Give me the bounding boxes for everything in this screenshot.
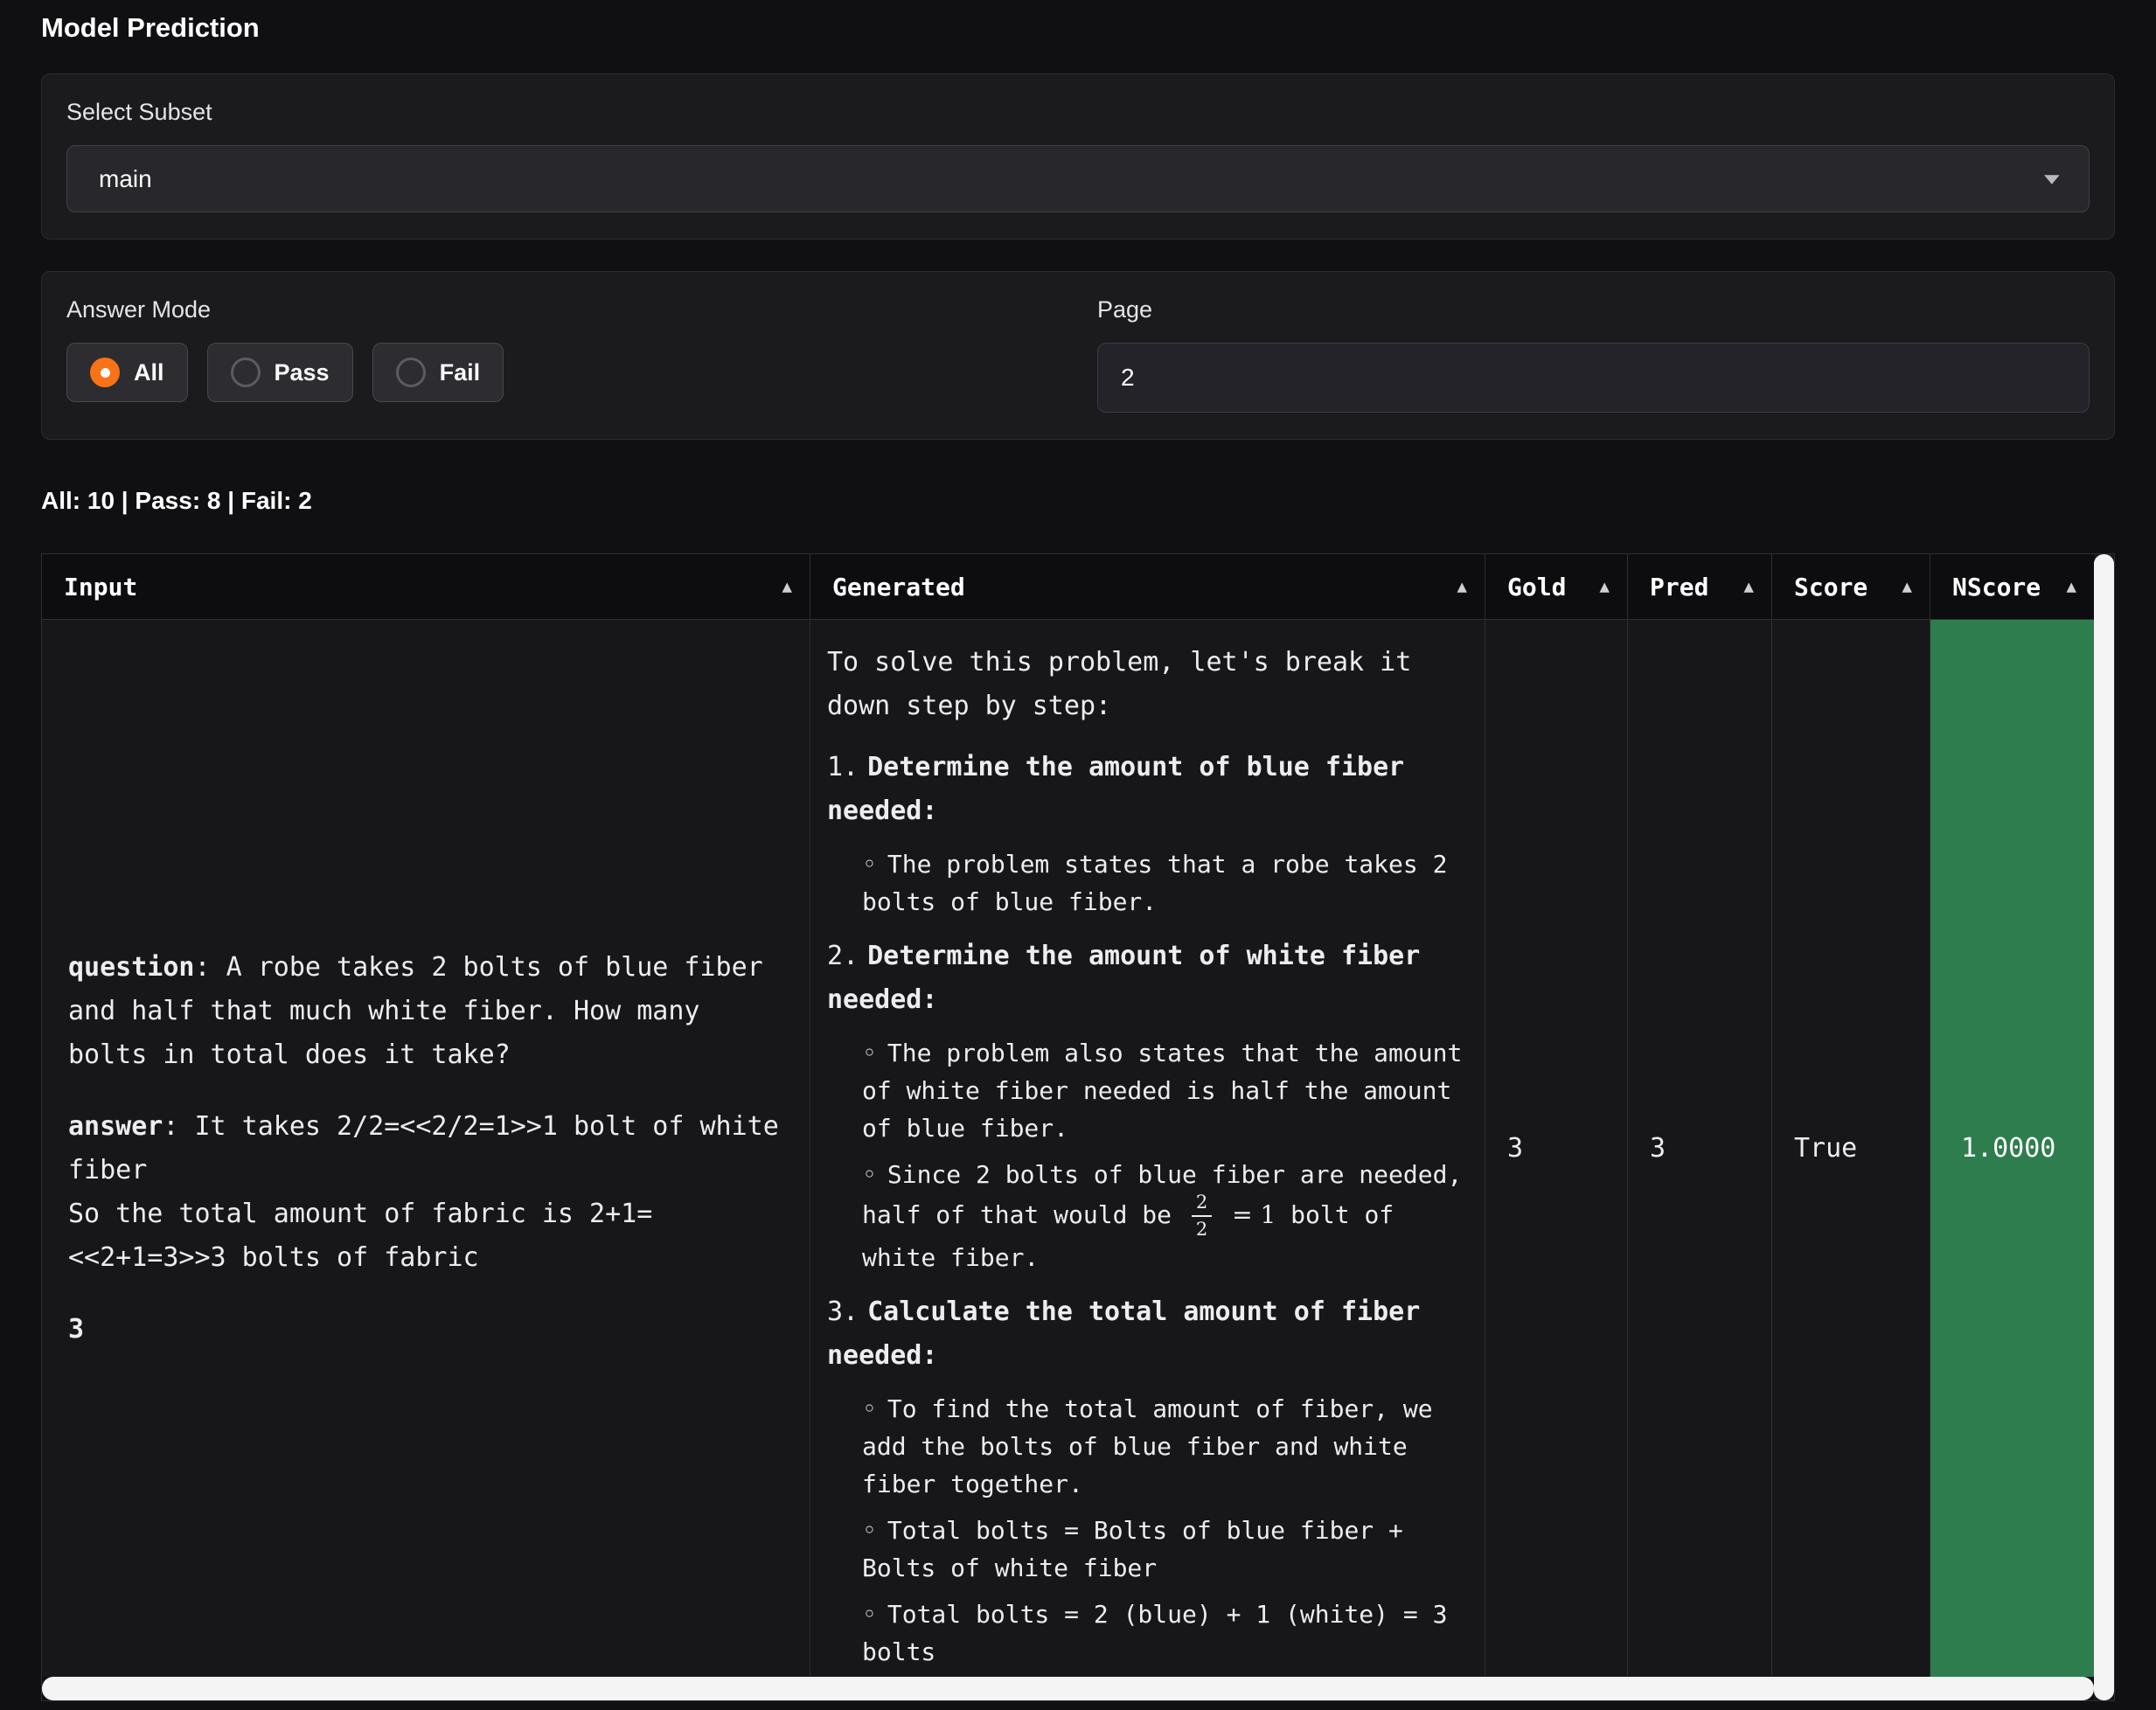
radio-selected-icon bbox=[90, 358, 120, 387]
radio-unselected-icon bbox=[396, 358, 426, 387]
column-header-nscore[interactable]: NScore ▲ bbox=[1930, 554, 2094, 620]
stats-line: All: 10 | Pass: 8 | Fail: 2 bbox=[41, 487, 2115, 515]
step-number: 2. bbox=[827, 941, 859, 971]
cell-nscore: 1.0000 bbox=[1930, 620, 2094, 1677]
input-question: question: A robe takes 2 bolts of blue f… bbox=[68, 946, 784, 1077]
fraction-denominator: 2 bbox=[1196, 1217, 1207, 1239]
sort-asc-icon: ▲ bbox=[782, 577, 792, 596]
generated-bullet: ◦The problem states that a robe takes 2 … bbox=[862, 845, 1467, 921]
horizontal-scrollbar-track bbox=[42, 1677, 2094, 1700]
subset-panel: Select Subset main ▼ bbox=[41, 73, 2115, 240]
column-label: Pred bbox=[1650, 573, 1708, 601]
column-label: Input bbox=[64, 573, 137, 601]
fraction-numerator: 2 bbox=[1192, 1193, 1212, 1217]
sort-asc-icon: ▲ bbox=[1902, 577, 1912, 596]
gold-value: 3 bbox=[1507, 1133, 1523, 1164]
cell-generated: To solve this problem, let's break it do… bbox=[810, 620, 1485, 1677]
pred-value: 3 bbox=[1650, 1133, 1666, 1164]
input-final-answer: 3 bbox=[68, 1308, 784, 1352]
bullet-text: To find the total amount of fiber, we ad… bbox=[862, 1394, 1433, 1498]
column-header-gold[interactable]: Gold ▲ bbox=[1485, 554, 1628, 620]
answer-text: : It takes 2/2=<<2/2=1>>1 bolt of white … bbox=[68, 1111, 779, 1185]
step-number: 1. bbox=[827, 752, 859, 782]
answer-mode-radio-group: All Pass Fail bbox=[66, 343, 1059, 402]
fraction: 22 bbox=[1192, 1193, 1212, 1239]
generated-bullet: ◦The problem also states that the amount… bbox=[862, 1034, 1467, 1147]
radio-pass[interactable]: Pass bbox=[207, 343, 353, 402]
answer-mode-group: Answer Mode All Pass Fail bbox=[66, 296, 1059, 413]
column-label: Score bbox=[1794, 573, 1867, 601]
radio-unselected-icon bbox=[231, 358, 261, 387]
generated-intro: To solve this problem, let's break it do… bbox=[827, 641, 1467, 728]
column-header-score[interactable]: Score ▲ bbox=[1772, 554, 1930, 620]
bullet-text: The problem also states that the amount … bbox=[862, 1039, 1462, 1143]
answer-mode-label: Answer Mode bbox=[66, 296, 1059, 323]
generated-step-1: 1.Determine the amount of blue fiber nee… bbox=[827, 746, 1467, 921]
fraction-equals: = 1 bbox=[1232, 1200, 1276, 1229]
bullet-icon: ◦ bbox=[862, 850, 877, 879]
bullet-text: Total bolts = Bolts of blue fiber + Bolt… bbox=[862, 1516, 1403, 1582]
nscore-value: 1.0000 bbox=[1961, 1133, 2055, 1164]
sort-asc-icon: ▲ bbox=[1744, 577, 1754, 596]
column-header-generated[interactable]: Generated ▲ bbox=[810, 554, 1485, 620]
subset-dropdown-value: main bbox=[99, 165, 152, 193]
bullet-text: The problem states that a robe takes 2 b… bbox=[862, 850, 1447, 916]
cell-gold: 3 bbox=[1485, 620, 1628, 1677]
question-label: question bbox=[68, 952, 195, 983]
bullet-icon: ◦ bbox=[862, 1516, 877, 1545]
score-value: True bbox=[1794, 1133, 1857, 1164]
answer-text-line2: So the total amount of fabric is 2+1= bbox=[68, 1192, 784, 1236]
radio-all-label: All bbox=[134, 359, 164, 386]
input-answer: answer: It takes 2/2=<<2/2=1>>1 bolt of … bbox=[68, 1105, 784, 1280]
step-number: 3. bbox=[827, 1296, 859, 1327]
generated-bullet: ◦Total bolts = Bolts of blue fiber + Bol… bbox=[862, 1512, 1467, 1587]
generated-bullet-math: ◦Since 2 bolts of blue fiber are needed,… bbox=[862, 1156, 1467, 1276]
cell-score: True bbox=[1772, 620, 1930, 1677]
step-title: Determine the amount of blue fiber neede… bbox=[827, 752, 1404, 826]
page: Model Prediction Select Subset main ▼ An… bbox=[0, 0, 2156, 1710]
bullet-icon: ◦ bbox=[862, 1394, 877, 1423]
vertical-scrollbar[interactable] bbox=[2094, 554, 2114, 1700]
controls-panel: Answer Mode All Pass Fail Page bbox=[41, 271, 2115, 440]
page-group: Page bbox=[1097, 296, 2090, 413]
bullet-icon: ◦ bbox=[862, 1600, 877, 1629]
column-label: Generated bbox=[832, 573, 965, 601]
step-title: Calculate the total amount of fiber need… bbox=[827, 1296, 1420, 1371]
page-label: Page bbox=[1097, 296, 2090, 323]
generated-step-2: 2.Determine the amount of white fiber ne… bbox=[827, 935, 1467, 1276]
page-input[interactable] bbox=[1097, 343, 2090, 413]
column-header-pred[interactable]: Pred ▲ bbox=[1628, 554, 1772, 620]
sort-asc-icon: ▲ bbox=[1457, 577, 1467, 596]
generated-bullet: ◦To find the total amount of fiber, we a… bbox=[862, 1390, 1467, 1503]
chevron-down-icon: ▼ bbox=[2039, 170, 2065, 188]
step-title: Determine the amount of white fiber need… bbox=[827, 941, 1420, 1015]
results-table: Input ▲ Generated ▲ Gold ▲ Pred ▲ Score bbox=[41, 553, 2115, 1701]
bullet-icon: ◦ bbox=[862, 1039, 877, 1067]
bullet-icon: ◦ bbox=[862, 1160, 877, 1189]
select-subset-label: Select Subset bbox=[66, 99, 2090, 126]
table-header-row: Input ▲ Generated ▲ Gold ▲ Pred ▲ Score bbox=[42, 554, 2094, 620]
sort-asc-icon: ▲ bbox=[1600, 577, 1610, 596]
bullet-text: Total bolts = 2 (blue) + 1 (white) = 3 b… bbox=[862, 1600, 1447, 1666]
generated-step-3: 3.Calculate the total amount of fiber ne… bbox=[827, 1290, 1467, 1671]
sort-asc-icon: ▲ bbox=[2067, 577, 2076, 596]
page-title: Model Prediction bbox=[41, 12, 2115, 44]
generated-bullet: ◦Total bolts = 2 (blue) + 1 (white) = 3 … bbox=[862, 1595, 1467, 1671]
horizontal-scrollbar[interactable] bbox=[42, 1677, 2094, 1700]
column-label: NScore bbox=[1952, 573, 2041, 601]
column-label: Gold bbox=[1507, 573, 1566, 601]
cell-input: question: A robe takes 2 bolts of blue f… bbox=[42, 620, 810, 1677]
radio-fail-label: Fail bbox=[440, 359, 481, 386]
cell-pred: 3 bbox=[1628, 620, 1772, 1677]
radio-pass-label: Pass bbox=[275, 359, 330, 386]
answer-label: answer bbox=[68, 1111, 163, 1142]
column-header-input[interactable]: Input ▲ bbox=[42, 554, 810, 620]
answer-text-line3: <<2+1=3>>3 bolts of fabric bbox=[68, 1236, 784, 1280]
radio-fail[interactable]: Fail bbox=[372, 343, 504, 402]
radio-all[interactable]: All bbox=[66, 343, 188, 402]
subset-dropdown[interactable]: main ▼ bbox=[66, 145, 2090, 212]
table-row: question: A robe takes 2 bolts of blue f… bbox=[42, 620, 2094, 1677]
